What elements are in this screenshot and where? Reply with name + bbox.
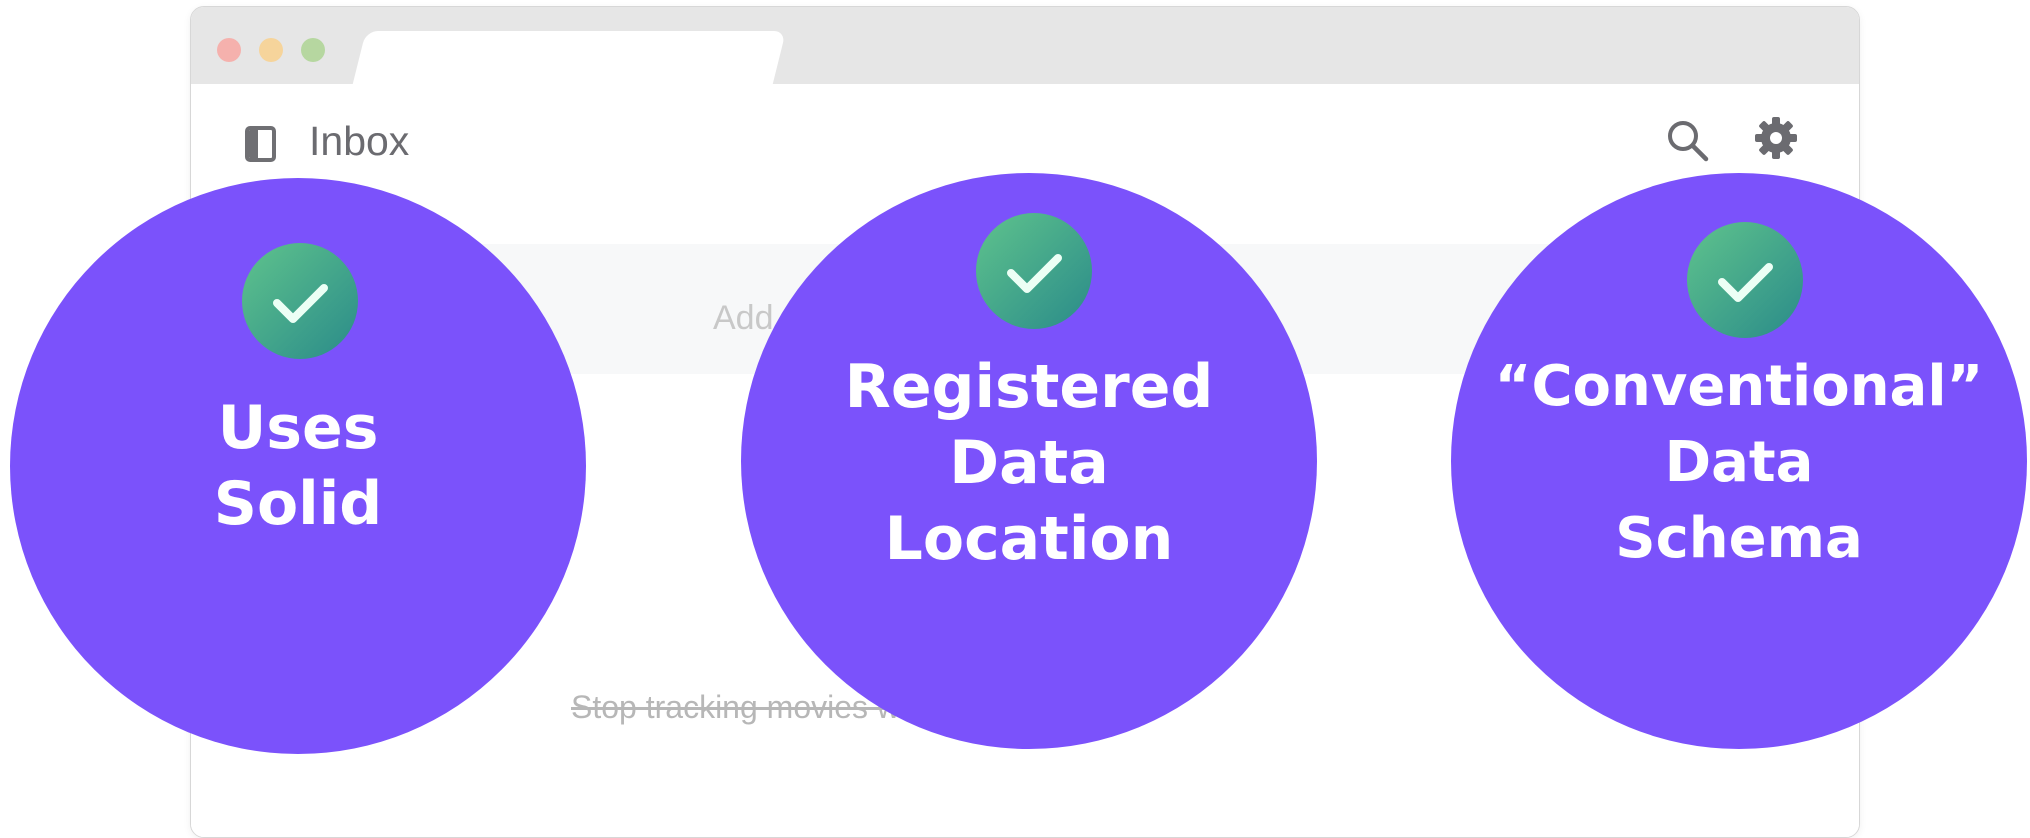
gear-icon[interactable] [1754,116,1798,160]
check-icon [976,213,1092,329]
sidebar-toggle-icon[interactable] [245,126,276,162]
window-titlebar [191,7,1859,91]
browser-tab[interactable] [351,31,786,91]
badge-label-line: Solid [213,469,383,539]
page-title: Inbox [309,118,410,164]
feature-badge-registered-data-location: Registered Data Location [741,173,1317,749]
badge-label-line: “Conventional” [1494,354,1984,419]
badge-label-line: Data [949,428,1109,498]
badge-label-line: Schema [1615,506,1863,571]
badge-label-line: Data [1664,430,1814,495]
badge-label-line: Registered [844,352,1214,422]
search-icon[interactable] [1665,118,1709,162]
maximize-window-button[interactable] [301,38,325,62]
badge-label: “Conventional” Data Schema [1451,349,2027,577]
minimize-window-button[interactable] [259,38,283,62]
badge-label-line: Uses [217,393,379,463]
badge-label: Registered Data Location [741,349,1317,577]
feature-badge-conventional-data-schema: “Conventional” Data Schema [1451,173,2027,749]
feature-badge-uses-solid: Uses Solid [10,178,586,754]
badge-label: Uses Solid [10,390,586,542]
check-icon [1687,222,1803,338]
badge-label-line: Location [884,504,1174,574]
check-icon [242,243,358,359]
close-window-button[interactable] [217,38,241,62]
